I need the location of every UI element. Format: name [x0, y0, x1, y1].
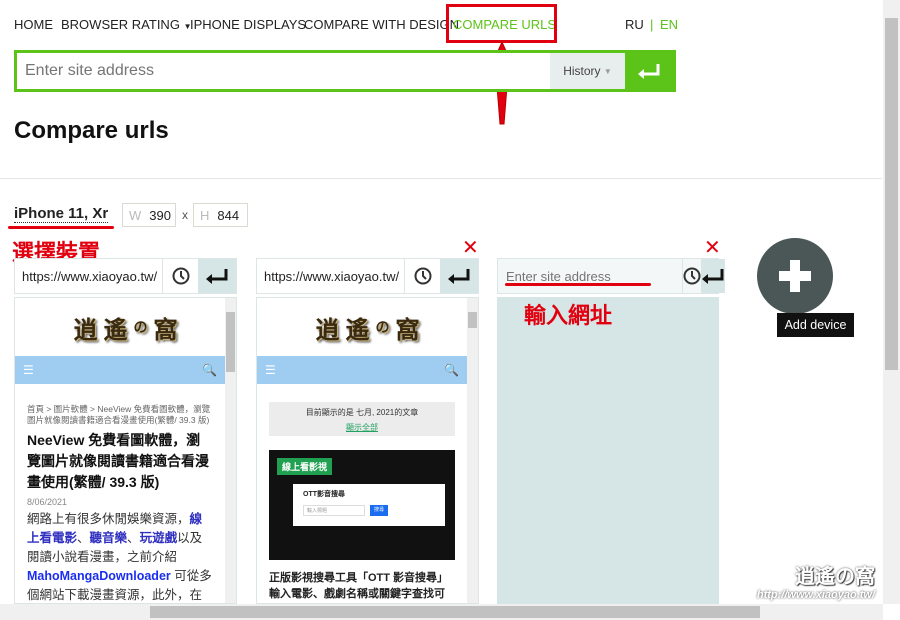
highlight-box: [446, 4, 557, 43]
url-input-3[interactable]: [498, 259, 682, 293]
url-bar-2: https://www.xiaoyao.tw/: [256, 258, 479, 294]
height-input[interactable]: H 844: [193, 203, 248, 227]
site-logo: 逍遙の窩: [315, 314, 420, 344]
height-label: H: [200, 207, 210, 223]
image-dialog: OTT影音搜尋 輸入標題 搜尋: [293, 484, 445, 526]
watermark: 逍遙の窩 http://www.xiaoyao.tw/: [756, 564, 875, 601]
notice-text: 目前顯示的是 七月, 2021的文章: [305, 408, 419, 417]
breadcrumb: 首頁 > 圖片軟體 > NeeView 免費看圖軟體，瀏覽圖片就像閱讀書籍適合看…: [27, 404, 211, 425]
link[interactable]: MahoMangaDownloader: [27, 569, 171, 583]
article-image[interactable]: 線上看影視 OTT影音搜尋 輸入標題 搜尋: [269, 450, 455, 560]
go-button[interactable]: [625, 53, 673, 89]
site-logo: 逍遙の窩: [73, 314, 178, 344]
url-bar-3: [497, 258, 725, 294]
mobile-menu-bar: ☰ 🔍: [15, 356, 225, 384]
plus-icon: [779, 260, 811, 292]
close-column-2-icon[interactable]: ✕: [462, 235, 479, 260]
link[interactable]: 玩遊戲: [140, 531, 178, 545]
url-input-2[interactable]: https://www.xiaoyao.tw/: [257, 259, 404, 293]
search-icon[interactable]: 🔍: [444, 363, 459, 377]
red-underline: [505, 283, 651, 286]
hamburger-icon[interactable]: ☰: [265, 363, 276, 377]
nav-compare-with-design[interactable]: COMPARE WITH DESIGN: [304, 17, 459, 32]
lang-en[interactable]: EN: [660, 17, 678, 32]
hamburger-icon[interactable]: ☰: [23, 363, 34, 377]
preview-frame-1[interactable]: 逍遙の窩 ☰ 🔍 首頁 > 圖片軟體 > NeeView 免費看圖軟體，瀏覽圖片就…: [14, 297, 237, 604]
page-vertical-scrollbar[interactable]: [883, 0, 900, 604]
link[interactable]: 聽音樂: [90, 531, 128, 545]
frame-scrollbar[interactable]: [225, 298, 236, 603]
nav-browser-rating[interactable]: BROWSER RATING ▼: [61, 17, 191, 32]
add-device-button[interactable]: [757, 238, 833, 314]
site-search-bar: History ▼: [14, 50, 676, 92]
history-clock-icon[interactable]: [682, 259, 701, 293]
lang-ru[interactable]: RU: [625, 17, 644, 32]
add-device-tooltip: Add device: [777, 313, 854, 337]
enter-icon[interactable]: [440, 259, 478, 293]
article-body: 網路上有很多休閒娛樂資源，線上看電影、聽音樂、玩遊戲以及閱讀小說看漫畫，之前介紹…: [27, 512, 212, 602]
empty-preview-frame: [497, 297, 719, 604]
history-clock-icon[interactable]: [162, 259, 198, 293]
page-title: Compare urls: [14, 117, 169, 144]
image-badge: 線上看影視: [277, 458, 333, 475]
url-input-1[interactable]: https://www.xiaoyao.tw/: [15, 259, 162, 293]
article-date: 8/06/2021: [27, 497, 68, 507]
nav-home[interactable]: HOME: [14, 17, 53, 32]
red-underline: [8, 226, 114, 229]
article-title[interactable]: 正版影視搜尋工具「OTT 影音搜尋」輸入電影、戲劇名稱或關鍵字查找可觀看平台: [269, 570, 455, 603]
show-all-link[interactable]: 顯示全部: [269, 422, 455, 433]
width-label: W: [129, 207, 142, 223]
history-clock-icon[interactable]: [404, 259, 440, 293]
nav-iphone-displays[interactable]: IPHONE DISPLAYS: [190, 17, 306, 32]
nav-label: BROWSER RATING: [61, 17, 180, 32]
site-address-input[interactable]: [17, 53, 550, 89]
height-value: 844: [217, 207, 240, 223]
times-sign: x: [182, 208, 188, 222]
history-dropdown[interactable]: History ▼: [550, 53, 625, 89]
close-column-3-icon[interactable]: ✕: [704, 235, 721, 260]
frame-scrollbar[interactable]: [467, 298, 478, 603]
enter-icon[interactable]: [701, 259, 725, 293]
chevron-down-icon: ▼: [603, 66, 612, 76]
archive-notice: 目前顯示的是 七月, 2021的文章顯示全部: [269, 402, 455, 436]
enter-icon[interactable]: [198, 259, 236, 293]
lang-separator: |: [650, 17, 654, 32]
enter-icon: [638, 64, 660, 79]
page-horizontal-scrollbar[interactable]: [0, 604, 883, 620]
preview-frame-2[interactable]: 逍遙の窩 ☰ 🔍 目前顯示的是 七月, 2021的文章 顯示全部 線上看影視 OTT…: [256, 297, 479, 604]
article-title[interactable]: NeeView 免費看圖軟體，瀏覽圖片就像閱讀書籍適合看漫畫使用(繁體/ 39.…: [27, 430, 213, 493]
annotation-enter-url: 輸入網址: [524, 303, 613, 328]
history-label: History: [563, 64, 601, 78]
divider: [0, 178, 882, 179]
width-input[interactable]: W 390: [122, 203, 176, 227]
width-value: 390: [149, 207, 171, 223]
url-bar-1: https://www.xiaoyao.tw/: [14, 258, 237, 294]
device-selector[interactable]: iPhone 11, Xr: [14, 205, 109, 223]
search-icon[interactable]: 🔍: [202, 363, 217, 377]
mobile-menu-bar: ☰ 🔍: [257, 356, 467, 384]
